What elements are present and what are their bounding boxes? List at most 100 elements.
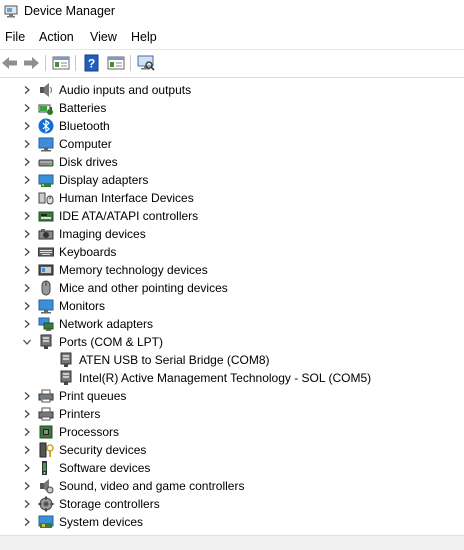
tree-item-label: Network adapters <box>59 317 154 331</box>
tree-item-label: Security devices <box>59 443 147 457</box>
chevron-right-icon[interactable] <box>22 229 32 239</box>
forward-arrow-icon[interactable] <box>21 54 41 72</box>
tree-item-label: Imaging devices <box>59 227 146 241</box>
tree-category[interactable]: Keyboards <box>0 243 464 261</box>
tree-item-label: Memory technology devices <box>59 263 208 277</box>
device-tree: Audio inputs and outputs Batteries Bluetoo… <box>0 81 464 535</box>
tree-category[interactable]: Computer <box>0 135 464 153</box>
tree-category[interactable]: Display adapters <box>0 171 464 189</box>
chevron-right-icon[interactable] <box>22 103 32 113</box>
tree-category[interactable]: Memory technology devices <box>0 261 464 279</box>
tree-category[interactable]: Monitors <box>0 297 464 315</box>
tree-item-label: Monitors <box>59 299 106 313</box>
menu-view[interactable]: View <box>90 30 117 44</box>
chevron-right-icon[interactable] <box>22 121 32 131</box>
tree-item-label: Sound, video and game controllers <box>59 479 245 493</box>
tree-category[interactable]: Audio inputs and outputs <box>0 81 464 99</box>
menu-file[interactable]: File <box>5 30 25 44</box>
tree-category[interactable]: Network adapters <box>0 315 464 333</box>
chevron-right-icon[interactable] <box>22 211 32 221</box>
tree-category[interactable]: Storage controllers <box>0 495 464 513</box>
tree-item-label: Audio inputs and outputs <box>59 83 192 97</box>
help-icon[interactable]: ? <box>82 54 102 72</box>
speaker-icon <box>40 83 52 97</box>
keyboard-icon <box>38 247 54 257</box>
chevron-right-icon[interactable] <box>22 319 32 329</box>
show-hide-console-tree-icon[interactable] <box>51 54 71 72</box>
port-icon <box>60 352 72 367</box>
chevron-right-icon[interactable] <box>22 265 32 275</box>
tree-device[interactable]: ATEN USB to Serial Bridge (COM8) <box>0 351 464 369</box>
menu-action[interactable]: Action <box>39 30 74 44</box>
chevron-right-icon[interactable] <box>22 193 32 203</box>
port-icon <box>60 370 72 385</box>
storage-controller-icon <box>38 496 54 512</box>
chevron-right-icon[interactable] <box>22 517 32 527</box>
chevron-right-icon[interactable] <box>22 445 32 455</box>
disk-drive-icon <box>38 159 54 167</box>
chevron-right-icon[interactable] <box>22 463 32 473</box>
chevron-right-icon[interactable] <box>22 247 32 257</box>
tree-item-label: Mice and other pointing devices <box>59 281 228 295</box>
chevron-right-icon[interactable] <box>22 85 32 95</box>
tree-item-label: Computer <box>59 137 112 151</box>
processor-icon <box>39 425 53 439</box>
tree-category[interactable]: System devices <box>0 513 464 531</box>
chevron-right-icon[interactable] <box>22 499 32 509</box>
tree-device[interactable]: Intel(R) Active Management Technology - … <box>0 369 464 387</box>
system-device-icon <box>38 515 54 528</box>
tree-category[interactable]: Mice and other pointing devices <box>0 279 464 297</box>
chevron-right-icon[interactable] <box>22 409 32 419</box>
bluetooth-icon <box>38 118 54 134</box>
chevron-right-icon[interactable] <box>22 391 32 401</box>
chevron-right-icon[interactable] <box>22 157 32 167</box>
tree-item-label: Printers <box>59 407 101 421</box>
tree-category[interactable]: Imaging devices <box>0 225 464 243</box>
mouse-icon <box>41 280 51 296</box>
chevron-right-icon[interactable] <box>22 427 32 437</box>
toolbar-separator <box>75 55 76 71</box>
scan-hardware-icon[interactable] <box>136 54 156 72</box>
title-bar: Device Manager <box>0 0 464 24</box>
tree-item-label: Human Interface Devices <box>59 191 194 205</box>
chevron-right-icon[interactable] <box>22 283 32 293</box>
chevron-down-icon[interactable] <box>22 337 32 347</box>
tree-category[interactable]: Security devices <box>0 441 464 459</box>
toolbar: ? <box>0 49 464 78</box>
tree-item-label: Keyboards <box>59 245 117 259</box>
chevron-right-icon[interactable] <box>22 301 32 311</box>
tree-category[interactable]: Bluetooth <box>0 117 464 135</box>
tree-item-label: System devices <box>59 515 144 529</box>
memory-icon <box>38 264 54 276</box>
horizontal-scrollbar[interactable] <box>0 535 464 550</box>
tree-category[interactable]: Print queues <box>0 387 464 405</box>
tree-item-label: Ports (COM & LPT) <box>59 335 164 349</box>
print-queue-icon <box>38 389 54 403</box>
properties-icon[interactable] <box>106 54 126 72</box>
computer-icon <box>38 137 54 152</box>
chevron-right-icon[interactable] <box>22 175 32 185</box>
security-key-icon <box>39 442 54 458</box>
tree-category[interactable]: Software devices <box>0 459 464 477</box>
device-manager-icon <box>4 5 18 18</box>
chevron-right-icon[interactable] <box>22 481 32 491</box>
menu-help[interactable]: Help <box>131 30 157 44</box>
monitor-icon <box>38 299 54 314</box>
camera-icon <box>38 229 54 240</box>
ide-controller-icon <box>38 211 54 222</box>
tree-category[interactable]: IDE ATA/ATAPI controllers <box>0 207 464 225</box>
chevron-right-icon[interactable] <box>22 139 32 149</box>
tree-category[interactable]: Printers <box>0 405 464 423</box>
tree-category[interactable]: Processors <box>0 423 464 441</box>
printer-icon <box>38 407 54 421</box>
tree-category[interactable]: Disk drives <box>0 153 464 171</box>
tree-item-label: Bluetooth <box>59 119 110 133</box>
tree-category[interactable]: Sound, video and game controllers <box>0 477 464 495</box>
back-arrow-icon[interactable] <box>0 54 20 72</box>
hid-icon <box>38 192 54 205</box>
tree-category[interactable]: Human Interface Devices <box>0 189 464 207</box>
tree-category[interactable]: Batteries <box>0 99 464 117</box>
toolbar-separator <box>130 55 131 71</box>
svg-text:?: ? <box>88 57 95 71</box>
tree-category[interactable]: Ports (COM & LPT) <box>0 333 464 351</box>
